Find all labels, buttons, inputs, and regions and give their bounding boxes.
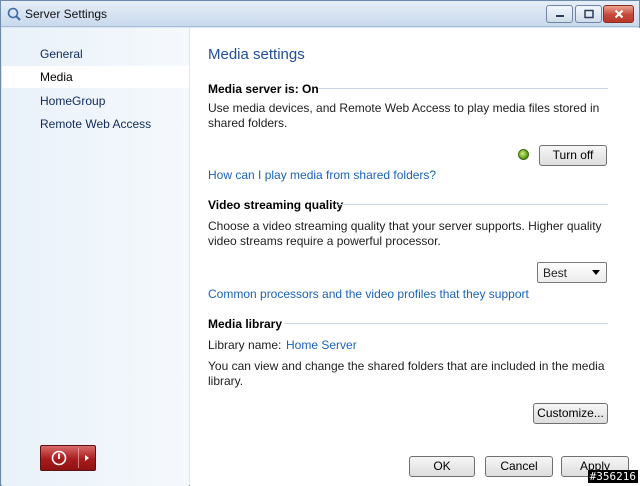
arrow-right-icon <box>85 455 89 461</box>
server-settings-window: Server Settings General Media HomeGroup <box>0 0 640 486</box>
minimize-icon <box>555 15 564 17</box>
settings-sidebar: General Media HomeGroup Remote Web Acces… <box>2 28 189 486</box>
media-library-heading: Media library <box>208 317 283 331</box>
minimize-button[interactable] <box>546 5 573 23</box>
play-media-help-link[interactable]: How can I play media from shared folders… <box>208 168 436 182</box>
close-button[interactable] <box>603 5 634 23</box>
server-settings-app-icon <box>7 7 21 21</box>
customize-button[interactable]: Customize... <box>533 403 608 424</box>
sidebar-item-label: Media <box>40 70 73 84</box>
server-status-indicator <box>518 149 529 160</box>
media-server-description: Use media devices, and Remote Web Access… <box>208 101 600 130</box>
close-icon <box>614 9 623 19</box>
ok-button[interactable]: OK <box>409 456 475 477</box>
streaming-quality-select[interactable]: Best <box>537 262 607 283</box>
media-library-description: You can view and change the shared folde… <box>208 359 605 388</box>
section-divider <box>318 88 608 89</box>
section-divider <box>284 323 608 324</box>
window-title: Server Settings <box>25 7 108 21</box>
sidebar-item-label: Remote Web Access <box>40 117 152 131</box>
turn-off-button[interactable]: Turn off <box>539 145 607 166</box>
section-divider <box>338 204 608 205</box>
power-button-divider <box>78 448 79 468</box>
sidebar-item-general[interactable]: General <box>2 43 189 65</box>
sidebar-item-label: General <box>40 47 83 61</box>
streaming-quality-value: Best <box>543 266 568 280</box>
title-bar[interactable]: Server Settings <box>1 1 639 27</box>
media-server-heading: Media server is: On <box>208 82 319 96</box>
sidebar-item-label: HomeGroup <box>40 94 106 108</box>
server-power-button[interactable] <box>40 445 96 471</box>
library-name-link[interactable]: Home Server <box>286 338 357 352</box>
chevron-down-icon <box>592 270 600 275</box>
maximize-icon <box>583 9 594 19</box>
sidebar-item-remote-web-access[interactable]: Remote Web Access <box>2 113 189 135</box>
video-streaming-description: Choose a video streaming quality that yo… <box>208 219 602 248</box>
page-title: Media settings <box>208 46 305 63</box>
cancel-button[interactable]: Cancel <box>485 456 553 477</box>
power-icon <box>51 450 67 466</box>
library-name-label: Library name: <box>208 338 282 352</box>
video-profiles-help-link[interactable]: Common processors and the video profiles… <box>208 287 529 301</box>
media-settings-panel: Media settings Media server is: On Use m… <box>190 28 640 486</box>
sidebar-item-homegroup[interactable]: HomeGroup <box>2 90 189 112</box>
video-streaming-heading: Video streaming quality <box>208 198 344 212</box>
maximize-button[interactable] <box>575 5 602 23</box>
sidebar-item-media[interactable]: Media <box>2 66 189 88</box>
image-watermark: #356216 <box>587 470 638 483</box>
